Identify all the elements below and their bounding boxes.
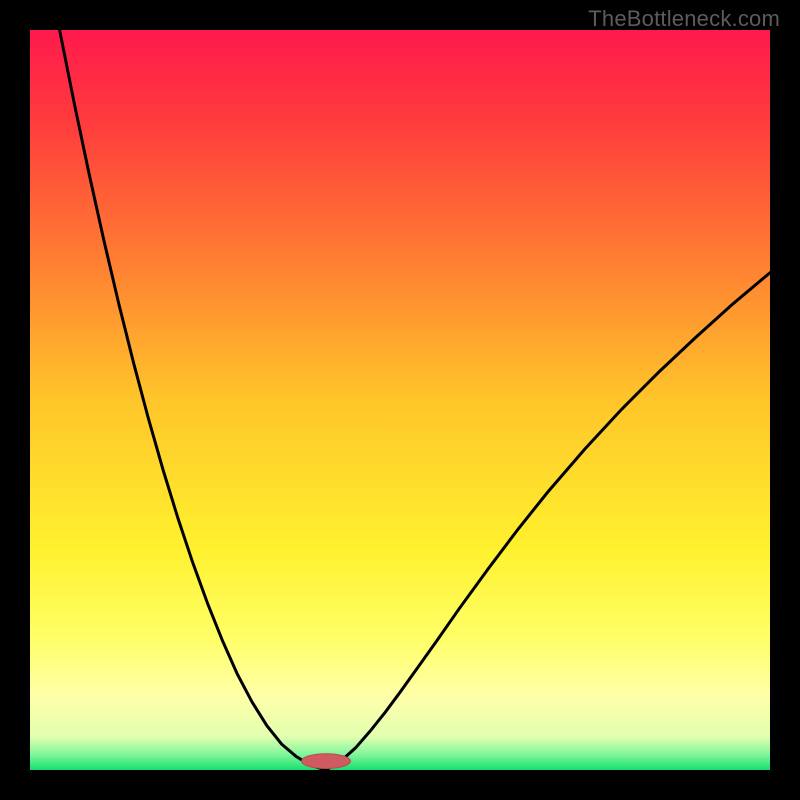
gradient-background [30, 30, 770, 770]
min-marker [302, 754, 351, 769]
watermark-text: TheBottleneck.com [588, 6, 780, 32]
chart-svg [30, 30, 770, 770]
plot-area [30, 30, 770, 770]
chart-frame: TheBottleneck.com [0, 0, 800, 800]
